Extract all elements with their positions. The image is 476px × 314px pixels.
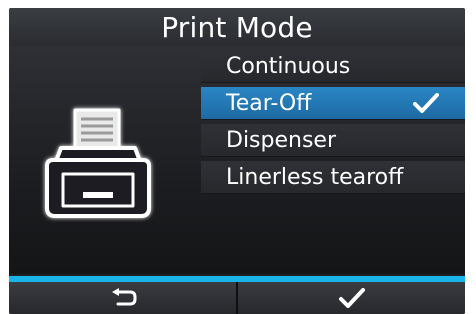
title-bar: Print Mode [9, 8, 465, 46]
print-mode-list: Continuous Tear-Off Dispenser Linerless … [201, 50, 465, 198]
list-item-label: Continuous [226, 53, 351, 79]
printer-icon [45, 108, 151, 218]
check-icon [413, 93, 439, 113]
list-item-dispenser[interactable]: Dispenser [201, 124, 465, 157]
back-button[interactable] [9, 282, 236, 314]
lcd-screen: Print Mode Continuous Tear-Off Dispenser… [9, 8, 465, 314]
page-title: Print Mode [161, 10, 313, 44]
confirm-button[interactable] [236, 282, 465, 314]
list-item-label: Linerless tearoff [226, 164, 404, 190]
list-item-linerless-tearoff[interactable]: Linerless tearoff [201, 161, 465, 194]
return-arrow-icon [111, 288, 136, 306]
softkey-bar [9, 282, 465, 314]
list-item-label: Tear-Off [226, 90, 312, 116]
device-frame: Print Mode Continuous Tear-Off Dispenser… [0, 0, 476, 314]
list-item-label: Dispenser [226, 127, 336, 153]
list-item-continuous[interactable]: Continuous [201, 50, 465, 83]
list-item-tear-off[interactable]: Tear-Off [201, 87, 465, 120]
content-area: Continuous Tear-Off Dispenser Linerless … [9, 46, 465, 274]
check-icon [338, 288, 365, 308]
